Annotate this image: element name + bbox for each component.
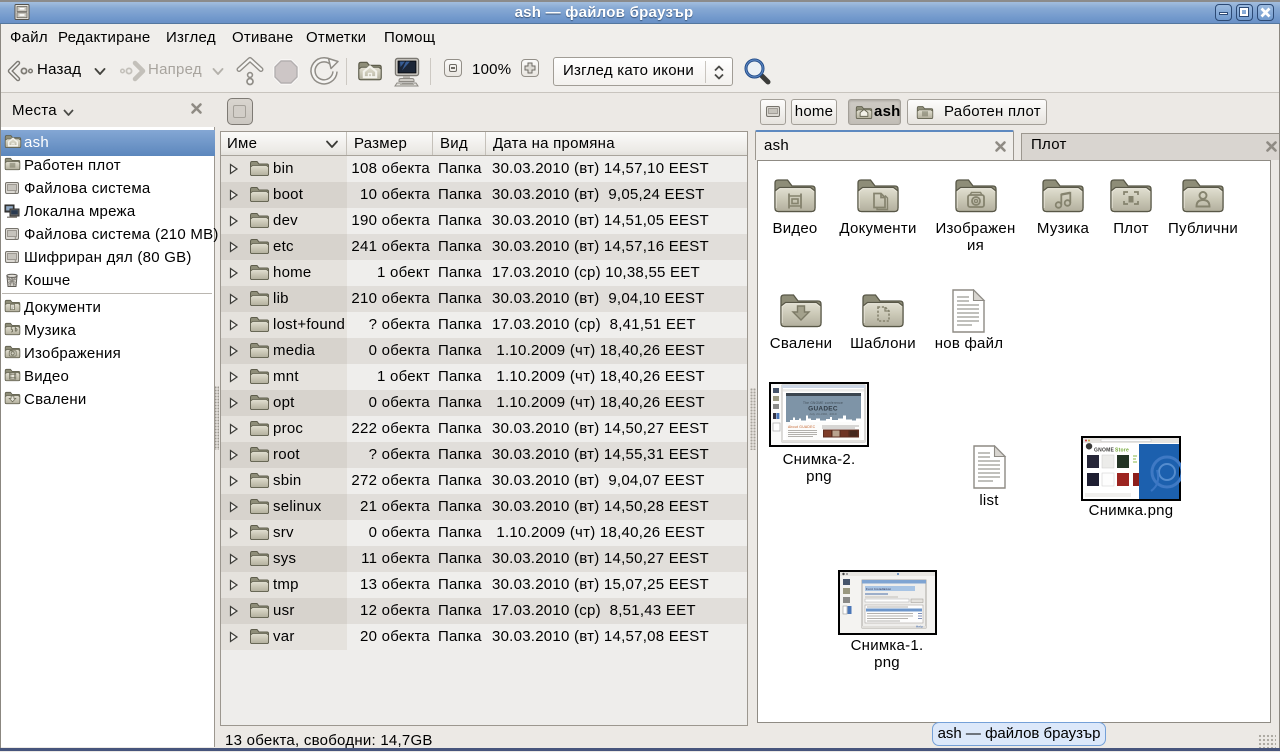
svg-text:GNOME: GNOME xyxy=(1094,448,1115,454)
svg-text:Store: Store xyxy=(1115,448,1129,454)
svg-text:Help: Help xyxy=(916,625,923,629)
svg-text:Font Installation: Font Installation xyxy=(866,587,892,591)
svg-text:About GUADEC: About GUADEC xyxy=(788,425,816,429)
svg-text:The GNOME conference: The GNOME conference xyxy=(803,401,843,405)
svg-text:July 24-30th, 2010: July 24-30th, 2010 xyxy=(809,412,837,416)
